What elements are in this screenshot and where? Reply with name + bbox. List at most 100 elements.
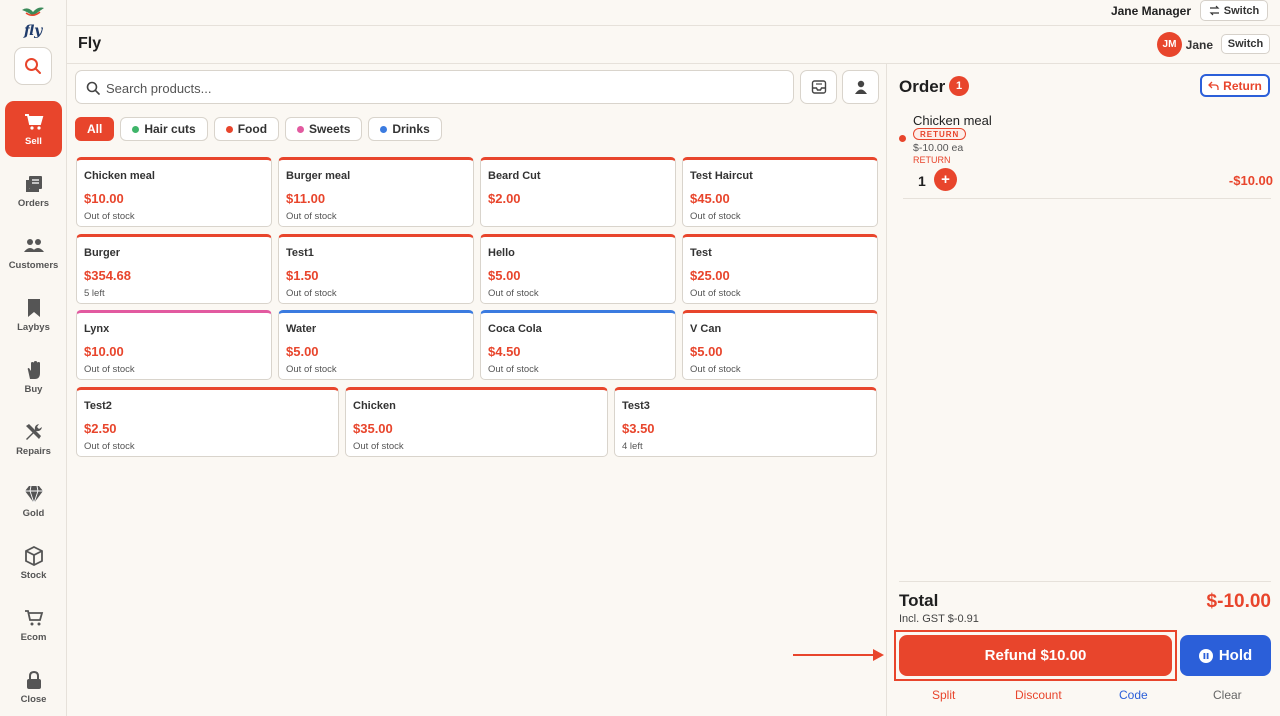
product-price: $4.50 (488, 344, 521, 359)
sidebar-search-button[interactable] (14, 47, 52, 85)
increase-quantity-button[interactable]: + (934, 168, 957, 191)
sidebar-item-customers[interactable]: Customers (5, 225, 62, 281)
diamond-icon (24, 485, 43, 504)
product-card[interactable]: Test $25.00 Out of stock (682, 233, 878, 304)
sidebar-item-gold[interactable]: Gold (5, 473, 62, 529)
product-name: Lynx (84, 323, 110, 335)
product-name: V Can (690, 323, 722, 335)
avatar[interactable]: JM (1157, 32, 1182, 57)
search-input[interactable] (106, 77, 776, 99)
hold-button[interactable]: Hold (1180, 635, 1271, 676)
code-button[interactable]: Code (1119, 688, 1148, 702)
product-card[interactable]: Coca Cola $4.50 Out of stock (480, 310, 676, 380)
product-card[interactable]: Test Haircut $45.00 Out of stock (682, 157, 878, 227)
product-stock: Out of stock (488, 364, 539, 375)
inbox-button[interactable] (800, 70, 837, 104)
header-switch-button[interactable]: Switch (1221, 34, 1270, 54)
sidebar-item-label: Close (20, 693, 47, 705)
category-hair-cuts[interactable]: Hair cuts (120, 117, 208, 141)
product-card[interactable]: Chicken $35.00 Out of stock (345, 386, 608, 457)
product-price: $3.50 (622, 420, 655, 436)
total-divider (899, 581, 1271, 582)
box-icon (24, 545, 43, 566)
current-user-name: Jane Manager (1110, 4, 1191, 18)
line-unit-price: $-10.00 ea (913, 142, 964, 154)
product-stock: Out of stock (488, 287, 539, 299)
product-card[interactable]: Test1 $1.50 Out of stock (278, 233, 474, 304)
sidebar-item-label: Orders (17, 197, 50, 209)
return-label: Return (1223, 78, 1262, 93)
category-dot (297, 125, 305, 133)
category-dot (132, 125, 140, 133)
product-stock: Out of stock (84, 364, 135, 375)
product-name: Burger (84, 246, 121, 259)
product-name: Burger meal (286, 170, 351, 182)
sidebar-item-ecom[interactable]: Ecom (5, 597, 62, 653)
sidebar-item-label: Buy (24, 383, 43, 395)
product-card[interactable]: Test3 $3.50 4 left (614, 386, 877, 457)
product-price: $10.00 (84, 191, 124, 206)
page-title: Fly (78, 35, 102, 52)
category-label: Drinks (392, 122, 430, 136)
return-button[interactable]: Return (1200, 74, 1270, 97)
total-label: Total (899, 591, 939, 610)
product-card[interactable]: Beard Cut $2.00 (480, 157, 676, 227)
sidebar-item-label: Laybys (17, 321, 50, 333)
product-name: Test (690, 246, 712, 259)
product-name: Test3 (622, 399, 650, 412)
sidebar-item-sell[interactable]: Sell (5, 101, 62, 157)
product-stock: Out of stock (690, 211, 741, 222)
annotation-arrow (793, 649, 884, 661)
product-stock: Out of stock (286, 287, 337, 299)
product-name: Hello (488, 246, 515, 259)
product-price: $10.00 (84, 344, 124, 359)
product-card[interactable]: Hello $5.00 Out of stock (480, 233, 676, 304)
search-icon (86, 81, 100, 95)
sidebar-item-label: Gold (22, 507, 45, 519)
person-icon (854, 80, 867, 94)
sidebar-item-buy[interactable]: Buy (5, 349, 62, 405)
product-card[interactable]: Chicken meal $10.00 Out of stock (76, 157, 272, 227)
refund-button[interactable]: Refund $10.00 (899, 635, 1172, 676)
product-stock: Out of stock (286, 364, 337, 375)
product-card[interactable]: Burger meal $11.00 Out of stock (278, 157, 474, 227)
product-card[interactable]: V Can $5.00 Out of stock (682, 310, 878, 380)
product-price: $2.50 (84, 420, 117, 436)
order-line-item[interactable]: Chicken meal RETURN $-10.00 ea RETURN 1 … (899, 104, 1273, 199)
total-value: $-10.00 (1206, 591, 1271, 612)
switch-user-button[interactable]: Switch (1200, 0, 1268, 21)
category-food[interactable]: Food (213, 117, 280, 141)
category-drinks[interactable]: Drinks (368, 117, 442, 141)
sidebar-item-close[interactable]: Close (5, 659, 62, 715)
product-card[interactable]: Test2 $2.50 Out of stock (76, 386, 339, 457)
category-all[interactable]: All (75, 117, 115, 141)
line-status-dot (899, 135, 906, 142)
product-stock: Out of stock (84, 211, 135, 222)
product-name: Chicken (353, 399, 396, 412)
customer-button[interactable] (842, 70, 879, 104)
shop-cart-icon (24, 609, 43, 625)
clear-button[interactable]: Clear (1213, 688, 1242, 702)
return-badge: RETURN (913, 128, 967, 140)
product-card[interactable]: Lynx $10.00 Out of stock (76, 310, 272, 380)
sidebar-item-laybys[interactable]: Laybys (5, 287, 62, 343)
line-quantity: 1 (918, 173, 926, 189)
product-card[interactable]: Water $5.00 Out of stock (278, 310, 474, 380)
split-button[interactable]: Split (932, 688, 955, 702)
return-icon (1208, 81, 1219, 90)
product-name: Test1 (286, 246, 314, 259)
wrench-icon (25, 423, 42, 440)
sidebar-item-orders[interactable]: Orders (5, 163, 62, 219)
category-sweets[interactable]: Sweets (285, 117, 363, 141)
sidebar-item-label: Repairs (16, 445, 51, 457)
discount-button[interactable]: Discount (1015, 688, 1062, 702)
pause-icon (1198, 648, 1213, 663)
gst-text: Incl. GST $-0.91 (899, 613, 979, 625)
order-panel: Order 1 Return Chicken meal RETURN $-10.… (886, 64, 1280, 716)
product-card[interactable]: Burger $354.68 5 left (76, 233, 272, 304)
sidebar-item-repairs[interactable]: Repairs (5, 411, 62, 467)
product-price: $354.68 (84, 267, 131, 283)
product-price: $1.50 (286, 267, 319, 283)
sidebar-item-stock[interactable]: Stock (5, 535, 62, 591)
customers-icon (23, 238, 44, 252)
